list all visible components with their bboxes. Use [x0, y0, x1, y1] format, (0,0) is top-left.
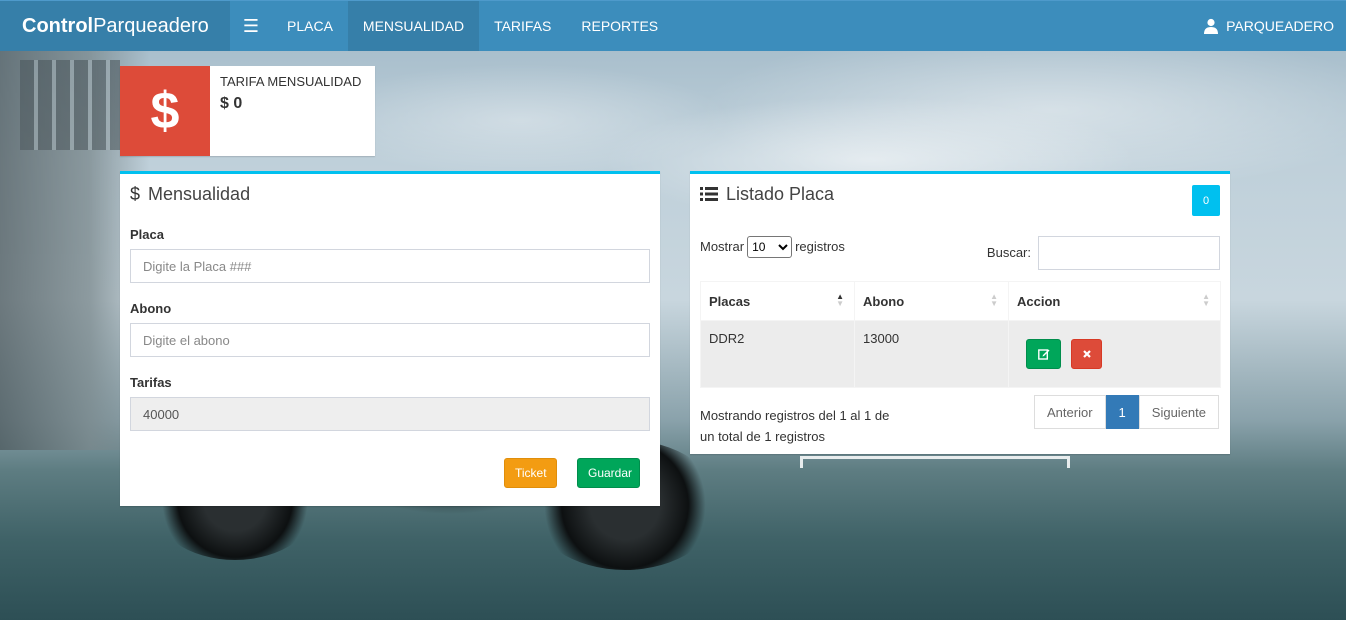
column-header-placas[interactable]: Placas ▲ ▼ [700, 281, 855, 321]
mensualidad-form-box: $ Mensualidad Placa Abono Tarifas Ticket… [120, 171, 660, 506]
brand-rest: Parqueadero [93, 14, 209, 37]
info-line-2: un total de 1 registros [700, 429, 826, 444]
count-badge: 0 [1192, 185, 1220, 216]
ticket-button[interactable]: Ticket [504, 458, 557, 488]
brand-logo[interactable]: Control Parqueadero [0, 1, 230, 51]
pagination-previous[interactable]: Anterior [1034, 395, 1106, 429]
column-header-accion[interactable]: Accion ▲ ▼ [1008, 281, 1221, 321]
datatable-info: Mostrando registros del 1 al 1 de un tot… [700, 405, 900, 447]
listado-placa-box: Listado Placa 0 Mostrar 10 registros Bus… [690, 171, 1230, 454]
info-box-value: $ 0 [220, 95, 243, 112]
list-icon [700, 187, 718, 201]
table-row: DDR2 13000 [700, 320, 1221, 388]
sort-icon: ▲ ▼ [1202, 292, 1210, 308]
datatable-controls: Mostrar 10 registros Buscar: [700, 236, 1220, 272]
show-label: Mostrar [700, 239, 745, 254]
page-length-select[interactable]: 10 [747, 236, 793, 258]
nav-item-tarifas[interactable]: TARIFAS [479, 1, 566, 51]
brand-bold: Control [22, 14, 94, 37]
user-menu[interactable]: PARQUEADERO [1203, 1, 1346, 51]
abono-input[interactable] [130, 323, 650, 357]
info-line-1: Mostrando registros del 1 al 1 de [700, 408, 890, 423]
pagination-page-1[interactable]: 1 [1105, 395, 1139, 429]
box-title: Listado Placa [726, 183, 835, 204]
edit-icon [1037, 349, 1049, 360]
tarifas-label: Tarifas [130, 375, 172, 390]
column-header-abono[interactable]: Abono ▲ ▼ [854, 281, 1009, 321]
sort-asc-icon: ▲ ▼ [836, 292, 844, 308]
user-label: PARQUEADERO [1226, 18, 1334, 34]
cell-placa: DDR2 [700, 320, 855, 388]
dollar-icon: $ [130, 183, 141, 204]
close-icon [1082, 350, 1091, 358]
guardar-button[interactable]: Guardar [577, 458, 640, 488]
box-title: Mensualidad [148, 183, 251, 204]
cell-abono: 13000 [854, 320, 1009, 388]
info-box-label: TARIFA MENSUALIDAD [220, 74, 362, 89]
top-navbar: Control Parqueadero ☰ PLACA MENSUALIDAD … [0, 0, 1346, 51]
user-icon [1204, 18, 1219, 34]
pagination-next[interactable]: Siguiente [1138, 395, 1219, 429]
sort-icon: ▲ ▼ [990, 292, 998, 308]
abono-label: Abono [130, 301, 172, 316]
search-label: Buscar: [986, 245, 1031, 260]
tarifa-info-box: $ TARIFA MENSUALIDAD $ 0 [120, 66, 375, 156]
edit-button[interactable] [1026, 339, 1061, 369]
nav-item-mensualidad[interactable]: MENSUALIDAD [347, 1, 480, 51]
placas-table: Placas ▲ ▼ Abono ▲ ▼ Accion ▲ ▼ DDR2 13000 [700, 281, 1221, 388]
search-input[interactable] [1038, 236, 1220, 270]
cell-actions [1008, 320, 1221, 388]
tarifas-field[interactable] [130, 397, 650, 431]
records-label: registros [795, 239, 845, 254]
delete-button[interactable] [1071, 339, 1102, 369]
background-road-marking [800, 456, 1070, 468]
hamburger-icon[interactable]: ☰ [230, 1, 272, 51]
placa-input[interactable] [130, 249, 650, 283]
nav-item-placa[interactable]: PLACA [272, 1, 348, 51]
placa-label: Placa [130, 227, 164, 242]
dollar-icon: $ [120, 66, 210, 156]
pagination: Anterior 1 Siguiente [1034, 395, 1219, 429]
nav-item-reportes[interactable]: REPORTES [566, 1, 673, 51]
